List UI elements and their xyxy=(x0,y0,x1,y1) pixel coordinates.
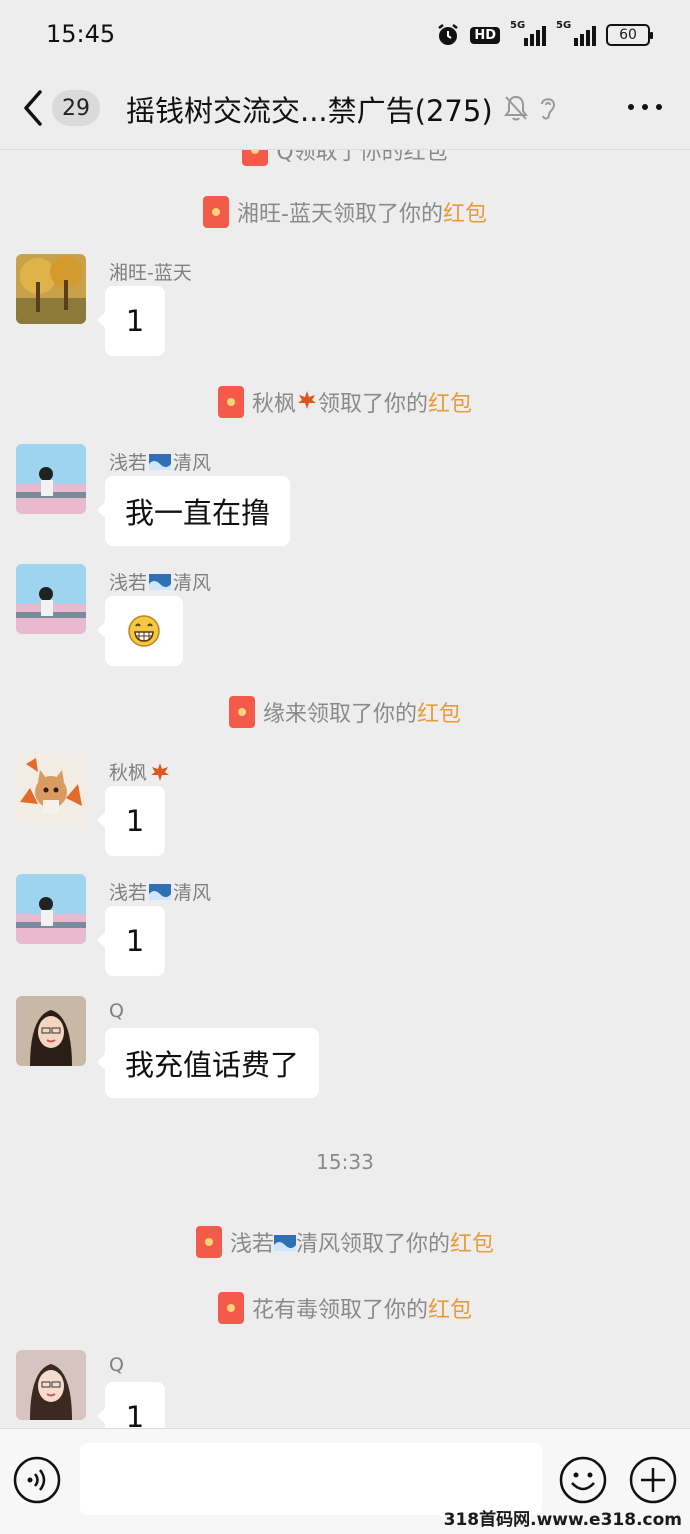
wave-icon xyxy=(149,883,172,900)
grinning-face-icon xyxy=(128,615,160,647)
message-bubble[interactable]: 我一直在撸 xyxy=(96,476,291,546)
maple-leaf-icon xyxy=(151,762,170,781)
wave-icon xyxy=(149,573,172,590)
red-packet-link[interactable]: 红包 xyxy=(428,392,472,417)
signal-strength-icon: 5G xyxy=(510,20,546,46)
sender-name: 浅若 清风 xyxy=(109,452,212,474)
mute-bell-icon xyxy=(504,95,528,121)
red-packet-link[interactable]: 红包 xyxy=(428,1298,472,1323)
emoji-button[interactable] xyxy=(558,1455,608,1505)
sender-name: 秋枫 xyxy=(109,758,171,785)
avatar[interactable] xyxy=(16,254,86,324)
message-bubble[interactable] xyxy=(97,596,183,666)
chat-message-list[interactable]: Q领取了你的红包 湘旺-蓝天领取了你的红包 湘旺-蓝天 1 秋枫领取了你的红包 xyxy=(0,150,690,1428)
status-time: 15:45 xyxy=(46,20,116,48)
red-packet-icon xyxy=(217,1292,244,1324)
hd-badge: HD xyxy=(470,26,500,44)
sender-name: 浅若 清风 xyxy=(109,572,212,594)
more-options-button[interactable] xyxy=(628,104,662,110)
avatar[interactable] xyxy=(16,1350,86,1420)
system-notice: 花有毒领取了你的红包 xyxy=(0,1292,690,1330)
avatar[interactable] xyxy=(16,754,86,824)
unread-count-badge[interactable]: 29 xyxy=(52,90,100,126)
message-bubble[interactable]: 1 xyxy=(97,906,165,976)
chat-title: 摇钱树交流交...禁广告(275) xyxy=(126,94,493,128)
chat-header: 29 摇钱树交流交...禁广告(275) xyxy=(0,70,690,150)
red-packet-link[interactable]: 红包 xyxy=(417,702,461,727)
alarm-icon xyxy=(438,24,459,45)
message-bubble[interactable]: 1 xyxy=(97,786,165,856)
back-button[interactable] xyxy=(18,86,48,130)
time-separator: 15:33 xyxy=(316,1150,374,1174)
earpiece-mode-icon xyxy=(541,98,556,120)
sender-name: 湘旺-蓝天 xyxy=(109,262,192,284)
system-notice: 湘旺-蓝天领取了你的红包 xyxy=(0,196,690,234)
avatar[interactable] xyxy=(16,874,86,944)
system-notice: 缘来领取了你的红包 xyxy=(0,696,690,734)
more-functions-button[interactable] xyxy=(628,1455,678,1505)
message-bubble[interactable]: 1 xyxy=(97,286,165,356)
red-packet-icon xyxy=(228,696,255,728)
message-bubble[interactable]: 我充值话费了 xyxy=(96,1028,320,1098)
maple-leaf-icon xyxy=(297,391,316,409)
system-notice: 浅若 清风领取了你的红包 xyxy=(0,1226,690,1264)
red-packet-link[interactable]: 红包 xyxy=(450,1232,494,1257)
wave-icon xyxy=(273,1235,296,1251)
system-notice-cutoff: Q领取了你的红包 xyxy=(0,150,690,172)
avatar[interactable] xyxy=(16,444,86,514)
sender-name: 浅若 清风 xyxy=(109,882,212,904)
status-bar: 15:45 HD 5G 5G 60 xyxy=(0,0,690,70)
watermark: 318首码网.www.e318.com xyxy=(443,1510,682,1530)
voice-input-button[interactable] xyxy=(12,1455,62,1505)
status-icons: HD 5G 5G 60 xyxy=(436,20,653,50)
red-packet-icon xyxy=(203,196,229,228)
sender-name: Q xyxy=(109,1000,124,1022)
red-packet-icon xyxy=(242,150,269,166)
sender-name: Q xyxy=(109,1354,124,1376)
avatar[interactable] xyxy=(16,564,86,634)
message-bubble[interactable]: 1 xyxy=(97,1382,165,1428)
red-packet-icon xyxy=(217,386,244,418)
avatar[interactable] xyxy=(16,996,86,1066)
red-packet-icon xyxy=(195,1226,222,1258)
red-packet-link[interactable]: 红包 xyxy=(443,202,487,227)
signal-strength-icon-2: 5G xyxy=(556,20,596,46)
battery-icon: 60 xyxy=(606,24,653,46)
wave-icon xyxy=(149,453,172,470)
system-notice: 秋枫 领取了你的红包 xyxy=(0,386,690,424)
